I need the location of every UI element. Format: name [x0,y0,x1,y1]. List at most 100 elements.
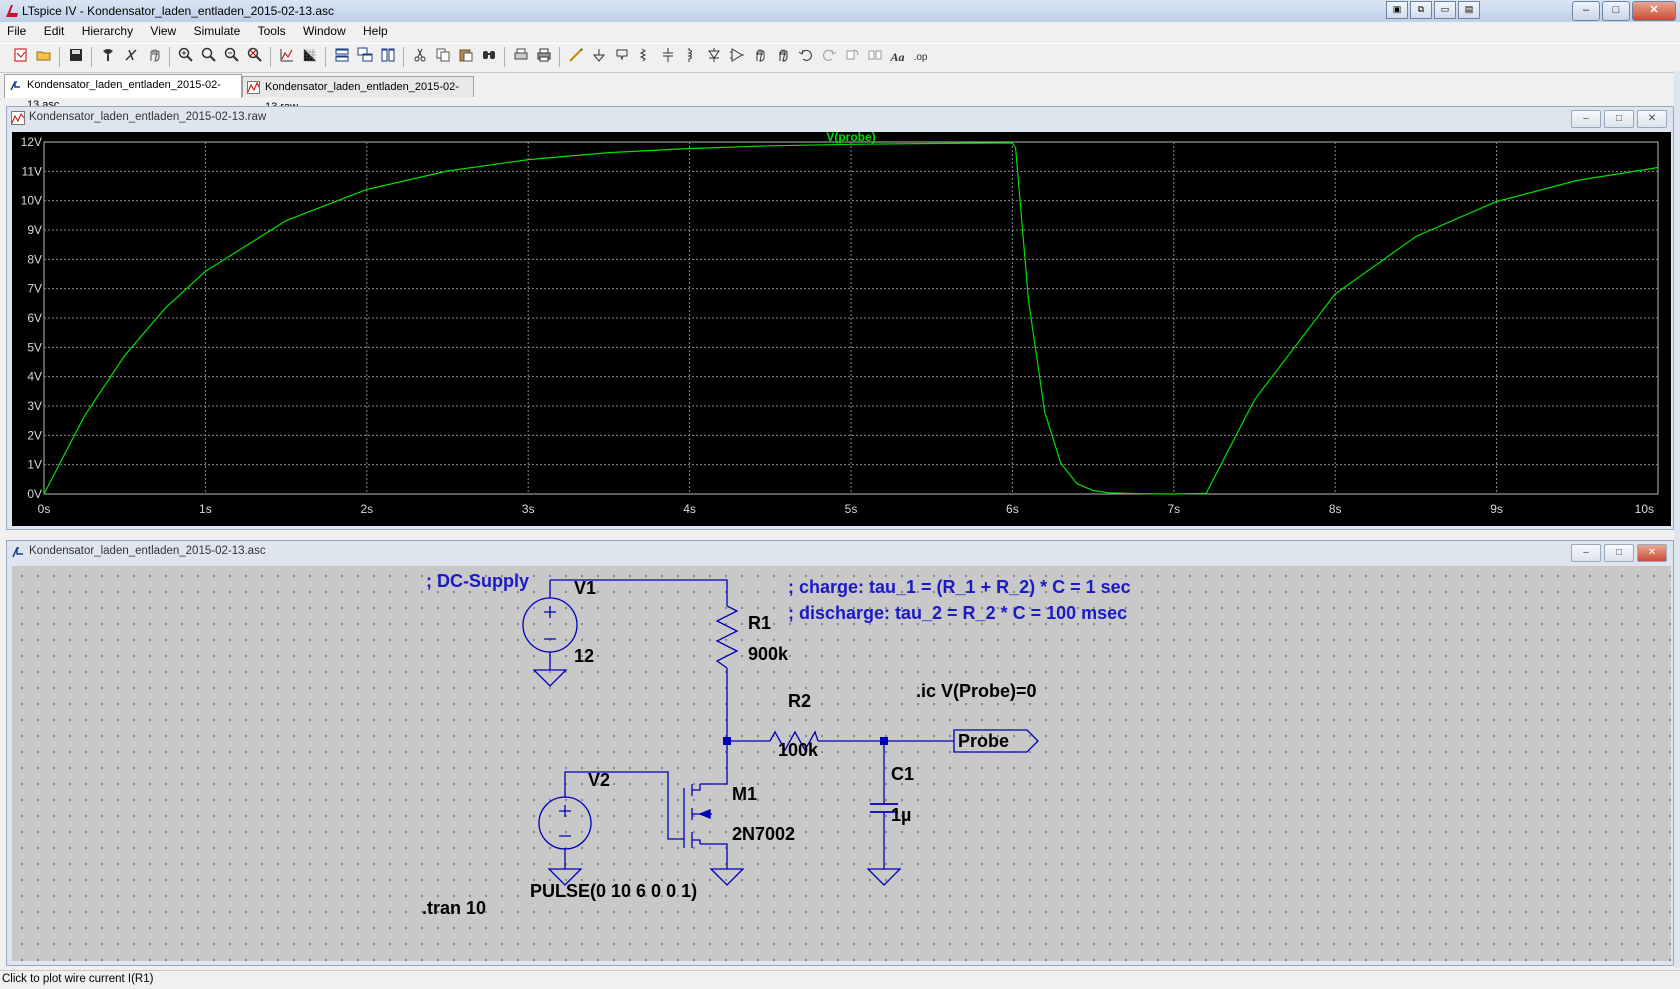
menu-edit[interactable]: Edit [37,22,72,38]
zoom-fit-icon[interactable] [244,47,265,68]
print-icon[interactable] [533,47,554,68]
schematic-icon [12,547,23,558]
resistor-icon[interactable] [634,47,655,68]
menu-file[interactable]: File [0,22,33,38]
r1-resistor[interactable] [715,605,739,669]
tab-schematic[interactable]: Kondensator_laden_entladen_2015-02-13.as… [4,74,242,111]
mdi-button[interactable]: ⧉ [1410,1,1432,19]
undo-icon[interactable] [795,47,816,68]
minimize-button[interactable]: – [1572,1,1600,21]
comment-discharge[interactable]: ; discharge: tau_2 = R_2 * C = 100 msec [788,603,1127,623]
schematic-canvas[interactable]: ; DC-Supply V1 12 R1 900k ; charge: tau_… [12,566,1671,961]
r2-name[interactable]: R2 [788,691,811,711]
v2-voltage-source[interactable] [538,796,592,850]
print-preview-icon[interactable] [510,47,531,68]
minimize-button[interactable]: – [1571,544,1601,562]
autorange-icon[interactable] [276,47,297,68]
maximize-button[interactable]: □ [1602,1,1630,21]
ic-directive[interactable]: .ic V(Probe)=0 [916,681,1037,701]
v2-name[interactable]: V2 [588,770,610,790]
wire[interactable] [564,771,684,840]
wire-icon[interactable] [565,47,586,68]
tab-waveform[interactable]: Kondensator_laden_entladen_2015-02-13.ra… [242,76,474,113]
mdi-button[interactable]: ▤ [1458,1,1480,19]
trace-label-vprobe[interactable]: V(probe) [826,130,875,144]
v1-name[interactable]: V1 [574,578,596,598]
wire[interactable] [700,741,728,785]
mdi-arrange-buttons: ▣ ⧉ ▭ ▤ [1386,1,1480,19]
y-tick-label: 6V [27,311,42,325]
copy-icon[interactable] [432,47,453,68]
halt-icon[interactable] [143,47,164,68]
label-net-icon[interactable] [611,47,632,68]
ground-icon[interactable] [866,868,902,886]
r2-value[interactable]: 100k [778,740,819,760]
open-icon[interactable] [33,47,54,68]
maximize-button[interactable]: □ [1604,110,1634,128]
mdi-button[interactable]: ▣ [1386,1,1408,19]
tran-directive[interactable]: .tran 10 [422,898,486,918]
spice-directive-icon[interactable]: .op [910,47,931,68]
waveform-plot[interactable]: 0s 1s 2s 3s 4s 5s 6s 7s 8s 9s 10s 0V 1V 2V 3V 4V 5V 6V 7V 8… [12,130,1671,526]
control-panel-icon[interactable] [97,47,118,68]
v2-value[interactable]: PULSE(0 10 6 0 0 1) [530,881,697,901]
text-icon[interactable]: Aa [887,47,908,68]
grid-icon[interactable] [299,47,320,68]
menu-view[interactable]: View [143,22,183,38]
comment-dc-supply[interactable]: ; DC-Supply [426,571,529,591]
m1-mosfet[interactable] [683,784,712,848]
zoom-box-icon[interactable] [198,47,219,68]
close-button[interactable]: ✕ [1637,544,1667,562]
m1-value[interactable]: 2N7002 [732,824,795,844]
menu-bar: File Edit Hierarchy View Simulate Tools … [0,22,1680,42]
tile-vertical-icon[interactable] [377,47,398,68]
save-icon[interactable] [65,47,86,68]
zoom-out-icon[interactable] [221,47,242,68]
ground-icon[interactable] [532,669,568,687]
paste-icon[interactable] [455,47,476,68]
ground-icon[interactable] [588,47,609,68]
rotate-icon[interactable] [841,47,862,68]
cut-icon[interactable] [409,47,430,68]
diode-icon[interactable] [703,47,724,68]
menu-window[interactable]: Window [296,22,353,38]
close-button[interactable]: ✕ [1632,1,1676,21]
waveform-window-title: Kondensator_laden_entladen_2015-02-13.ra… [29,111,267,123]
ground-icon[interactable] [709,868,745,886]
capacitor-icon[interactable] [657,47,678,68]
menu-hierarchy[interactable]: Hierarchy [75,22,140,38]
close-button[interactable]: ✕ [1637,110,1667,128]
find-icon[interactable] [478,47,499,68]
r1-name[interactable]: R1 [748,613,771,633]
app-title: LTspice IV - Kondensator_laden_entladen_… [22,4,334,18]
comment-charge[interactable]: ; charge: tau_1 = (R_1 + R_2) * C = 1 se… [788,577,1131,597]
drag-icon[interactable] [772,47,793,68]
minimize-button[interactable]: – [1571,110,1601,128]
r1-value[interactable]: 900k [748,644,789,664]
run-icon[interactable] [120,47,141,68]
v1-voltage-source[interactable] [522,597,578,653]
cascade-icon[interactable] [354,47,375,68]
maximize-button[interactable]: □ [1604,544,1634,562]
mirror-icon[interactable] [864,47,885,68]
component-icon[interactable] [726,47,747,68]
m1-name[interactable]: M1 [732,784,757,804]
menu-tools[interactable]: Tools [251,22,293,38]
schematic-drawing[interactable]: ; DC-Supply V1 12 R1 900k ; charge: tau_… [12,566,1671,961]
new-schematic-icon[interactable] [10,47,31,68]
menu-help[interactable]: Help [356,22,395,38]
waveform-chart[interactable]: 0s 1s 2s 3s 4s 5s 6s 7s 8s 9s 10s 0V 1V 2V 3V 4V 5V 6V 7V 8… [12,130,1671,526]
mdi-button[interactable]: ▭ [1434,1,1456,19]
redo-icon[interactable] [818,47,839,68]
probe-label[interactable]: Probe [958,731,1009,751]
window-controls: – □ ✕ [1572,1,1676,21]
inductor-icon[interactable] [680,47,701,68]
c1-name[interactable]: C1 [891,764,914,784]
wire[interactable] [700,843,728,869]
tile-horizontal-icon[interactable] [331,47,352,68]
move-icon[interactable] [749,47,770,68]
v1-value[interactable]: 12 [574,646,594,666]
c1-value[interactable]: 1µ [891,805,911,825]
zoom-in-icon[interactable] [175,47,196,68]
menu-simulate[interactable]: Simulate [187,22,248,38]
